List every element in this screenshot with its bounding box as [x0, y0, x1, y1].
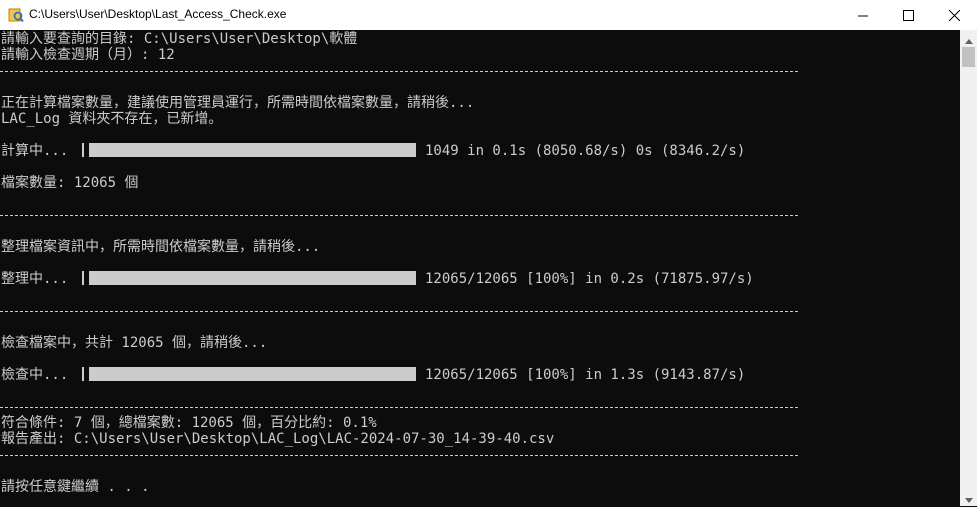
close-icon — [948, 6, 960, 25]
console-output[interactable]: 請輸入要查詢的目錄: C:\Users\User\Desktop\軟體 請輸入檢… — [0, 30, 960, 506]
result-summary: 符合條件: 7 個，總檔案數: 12065 個，百分比約: 0.1% — [1, 415, 377, 431]
maximize-icon — [902, 6, 914, 25]
calc-progress-bar — [89, 143, 416, 157]
progress-left-edge — [82, 271, 84, 285]
progress-left-edge — [82, 367, 84, 381]
report-output: 報告產出: C:\Users\User\Desktop\LAC_Log\LAC-… — [1, 431, 555, 447]
close-button[interactable] — [931, 0, 977, 30]
check-progress-bar — [89, 367, 416, 381]
minimize-button[interactable] — [840, 0, 886, 30]
separator — [0, 407, 798, 408]
organize-label: 整理中... — [1, 271, 69, 287]
window-title: C:\Users\User\Desktop\Last_Access_Check.… — [29, 7, 287, 21]
vertical-scrollbar[interactable] — [960, 30, 977, 506]
scroll-down-button[interactable] — [960, 489, 977, 506]
maximize-button[interactable] — [885, 0, 931, 30]
file-count: 檔案數量: 12065 個 — [1, 175, 139, 191]
chevron-up-icon — [964, 29, 973, 48]
calc-label: 計算中... — [1, 143, 69, 159]
separator — [0, 71, 798, 72]
title-bar[interactable]: C:\Users\User\Desktop\Last_Access_Check.… — [0, 0, 977, 30]
organize-stats: 12065/12065 [100%] in 0.2s (71875.97/s) — [425, 271, 754, 287]
prompt-period: 請輸入檢查週期（月）: 12 — [1, 47, 175, 63]
check-label: 檢查中... — [1, 367, 69, 383]
organizing-notice: 整理檔案資訊中，所需時間依檔案數量，請稍後... — [1, 239, 321, 255]
calc-stats: 1049 in 0.1s (8050.68/s) 0s (8346.2/s) — [425, 143, 746, 159]
separator — [0, 215, 798, 216]
scrollbar-thumb[interactable] — [962, 47, 975, 67]
organize-progress-bar — [89, 271, 416, 285]
check-stats: 12065/12065 [100%] in 1.3s (9143.87/s) — [425, 367, 746, 383]
minimize-icon — [858, 6, 868, 25]
chevron-down-icon — [964, 488, 973, 507]
counting-notice: 正在計算檔案數量，建議使用管理員運行，所需時間依檔案數量，請稍後... — [1, 95, 475, 111]
app-icon — [8, 7, 24, 23]
press-any-key: 請按任意鍵繼續 . . . — [1, 479, 150, 495]
prompt-directory: 請輸入要查詢的目錄: C:\Users\User\Desktop\軟體 — [1, 31, 358, 47]
progress-left-edge — [82, 143, 84, 157]
folder-notice: LAC_Log 資料夾不存在，已新增。 — [1, 111, 223, 127]
separator — [0, 455, 798, 456]
separator — [0, 311, 798, 312]
console-window: C:\Users\User\Desktop\Last_Access_Check.… — [0, 0, 977, 506]
scroll-up-button[interactable] — [960, 30, 977, 47]
checking-notice: 檢查檔案中，共計 12065 個，請稍後... — [1, 335, 268, 351]
